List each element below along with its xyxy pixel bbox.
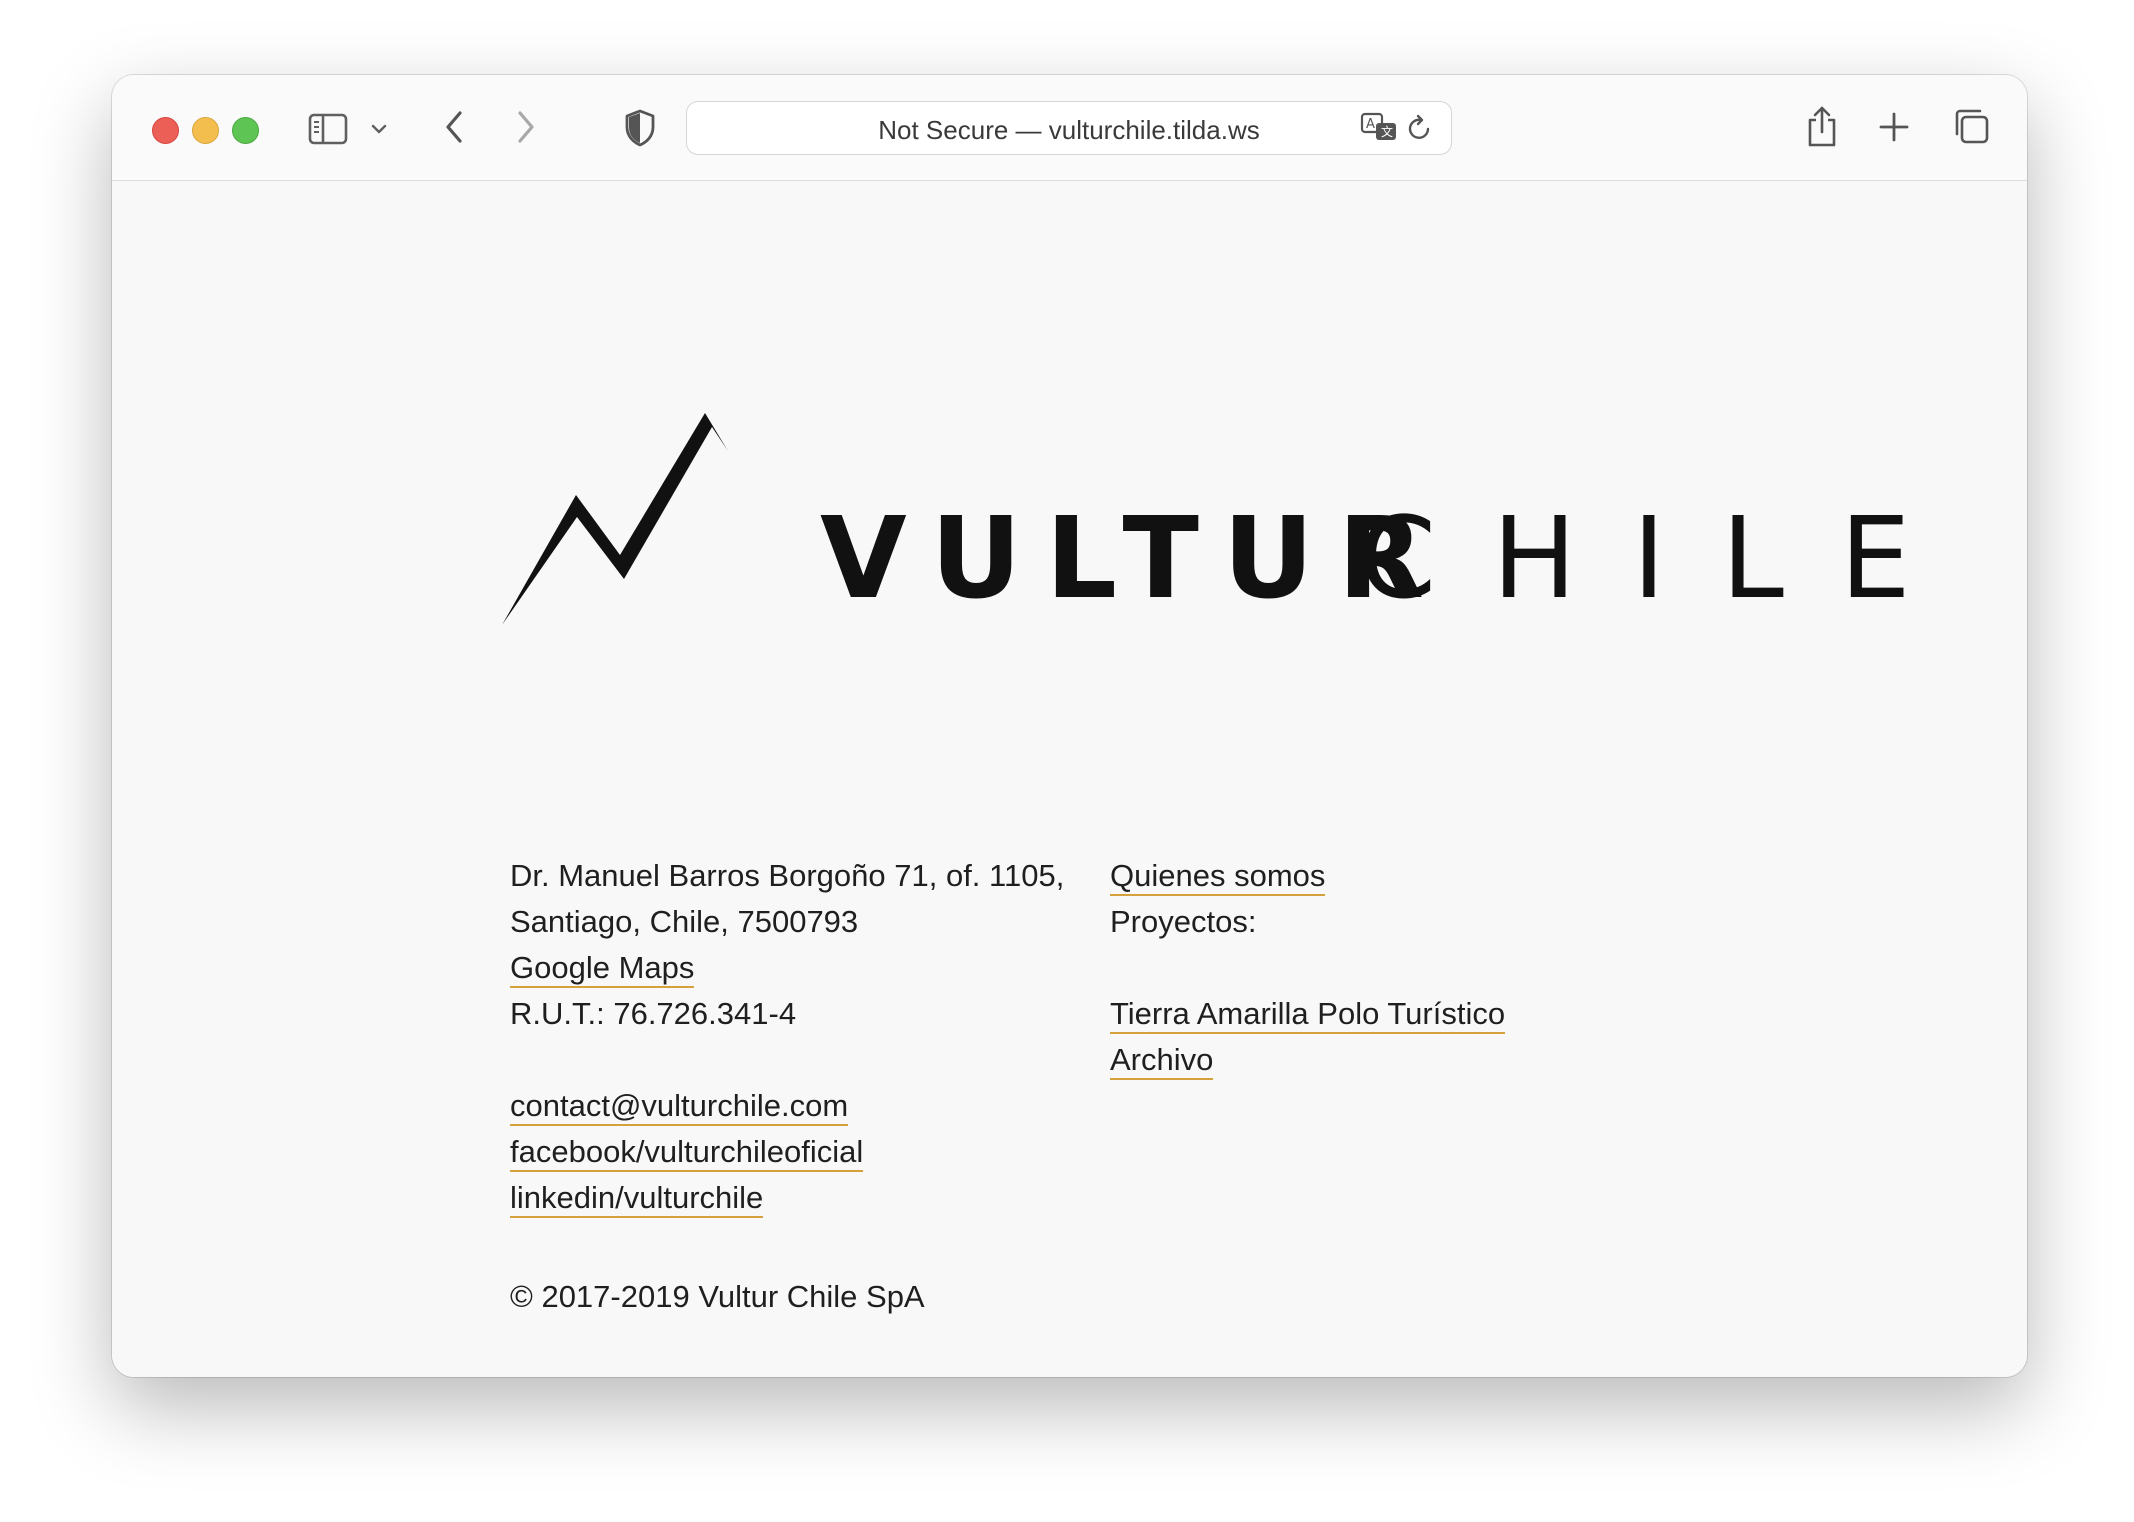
page-content: VULTUR CHILE Dr. Manuel Barros Borgoño 7… — [112, 181, 2027, 1377]
tabs-overview-icon[interactable] — [1950, 105, 1992, 147]
reload-icon[interactable] — [1405, 113, 1435, 143]
sidebar-icon[interactable] — [306, 109, 350, 149]
browser-toolbar: Not Secure — vulturchile.tilda.ws A文 — [112, 75, 2027, 181]
svg-text:A: A — [1366, 117, 1375, 132]
back-icon[interactable] — [434, 107, 474, 147]
address-line-2: Santiago, Chile, 7500793 — [510, 904, 859, 939]
project-link-tierra-amarilla[interactable]: Tierra Amarilla Polo Turístico — [1110, 996, 1506, 1034]
address-line-1: Dr. Manuel Barros Borgoño 71, of. 1105, — [510, 858, 1065, 893]
share-icon[interactable] — [1802, 101, 1842, 151]
archive-link[interactable]: Archivo — [1110, 1042, 1214, 1080]
navigation-column: Quienes somos Proyectos: Tierra Amarilla… — [1110, 853, 1506, 1083]
address-bar-text: Not Secure — vulturchile.tilda.ws — [878, 115, 1260, 145]
logo-text-chile: CHILE — [1358, 494, 1967, 624]
google-maps-link[interactable]: Google Maps — [510, 950, 695, 988]
copyright-text: © 2017-2019 Vultur Chile SpA — [510, 1279, 925, 1314]
zoom-window-button[interactable] — [232, 117, 259, 144]
forward-icon[interactable] — [506, 107, 546, 147]
svg-text:文: 文 — [1381, 124, 1393, 139]
facebook-link[interactable]: facebook/vulturchileoficial — [510, 1134, 864, 1172]
logo-text-vultur: VULTUR — [820, 494, 1449, 624]
email-link[interactable]: contact@vulturchile.com — [510, 1088, 849, 1126]
contact-column: Dr. Manuel Barros Borgoño 71, of. 1105, … — [510, 853, 1064, 1221]
address-bar[interactable]: Not Secure — vulturchile.tilda.ws A文 — [686, 101, 1452, 155]
translate-icon[interactable]: A文 — [1359, 111, 1399, 145]
shield-icon[interactable] — [620, 107, 660, 149]
about-link[interactable]: Quienes somos — [1110, 858, 1326, 896]
mountain-peak-icon — [502, 413, 728, 625]
projects-label: Proyectos: — [1110, 904, 1257, 939]
plus-icon[interactable] — [1874, 107, 1914, 147]
chevron-down-icon[interactable] — [367, 117, 391, 141]
rut-text: R.U.T.: 76.726.341-4 — [510, 996, 797, 1031]
browser-window: Not Secure — vulturchile.tilda.ws A文 VUL… — [112, 75, 2027, 1377]
minimize-window-button[interactable] — [192, 117, 219, 144]
linkedin-link[interactable]: linkedin/vulturchile — [510, 1180, 764, 1218]
close-window-button[interactable] — [152, 117, 179, 144]
vulturchile-logo[interactable]: VULTUR CHILE — [500, 413, 1911, 653]
